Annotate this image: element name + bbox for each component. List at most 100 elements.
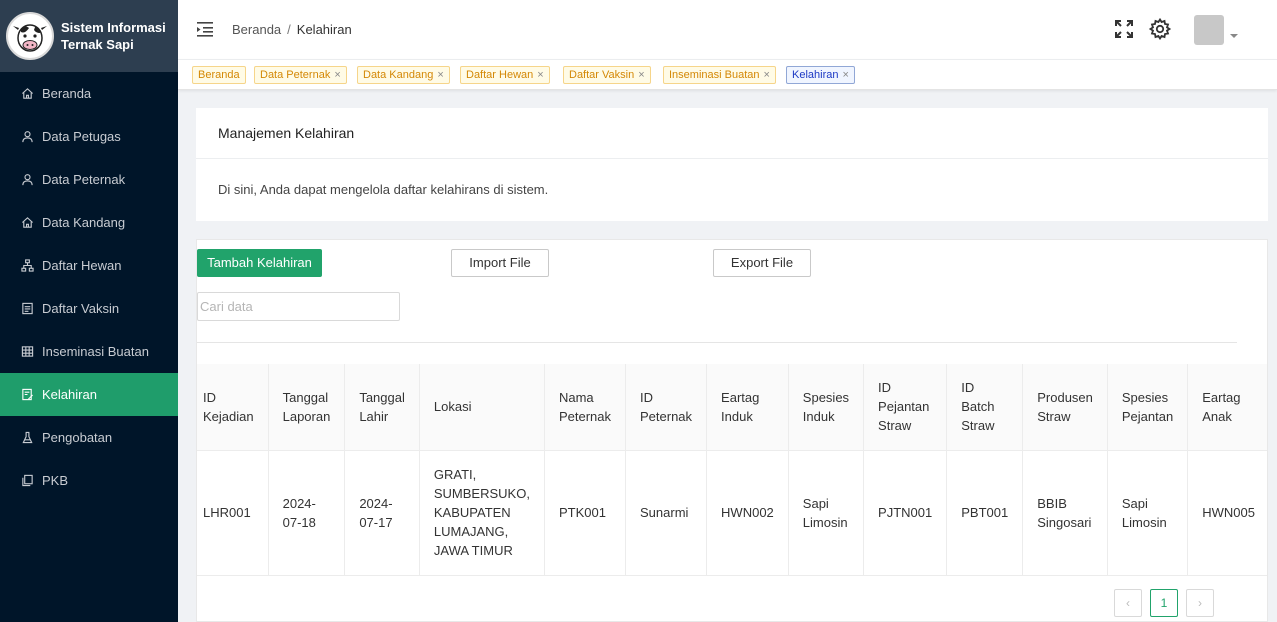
column-header: Lokasi (419, 364, 545, 451)
table-row[interactable]: LHR001 2024- 07-18 2024- 07-17 GRATI, SUMBERSU… (197, 450, 1267, 576)
user-icon (20, 173, 34, 187)
sidebar-item-beranda[interactable]: Beranda (0, 72, 178, 115)
home-icon (20, 216, 34, 230)
avatar[interactable] (1194, 15, 1224, 45)
copy-icon (20, 474, 34, 488)
sidebar-item-label: Data Peternak (42, 172, 126, 187)
table-card: Tambah Kelahiran Import File Export File… (196, 239, 1268, 622)
tag-inseminasi-buatan[interactable]: Inseminasi Buatan × (663, 66, 776, 84)
search-input[interactable] (197, 292, 400, 321)
sidebar-item-label: PKB (42, 473, 69, 488)
tag-daftar-hewan[interactable]: Daftar Hewan × (460, 66, 550, 84)
table-cell-text: SUMBERSUKO, (433, 486, 530, 501)
tag-close-icon[interactable]: × (764, 69, 770, 81)
pagination-prev-button[interactable]: ‹ (1114, 589, 1142, 617)
table-cell: HWN005 (1187, 450, 1267, 576)
table-cell: PTK001 (544, 450, 627, 576)
column-header-text: Eartag (1202, 389, 1241, 405)
column-header: ID Peternak (625, 364, 708, 451)
column-header-text: Peternak (640, 408, 693, 424)
tag-daftar-vaksin[interactable]: Daftar Vaksin × (563, 66, 651, 84)
table-cell: BBIB Singosari (1022, 450, 1108, 576)
column-header: Spesies Pejantan (1107, 364, 1189, 451)
column-header: ID Pejantan Straw (863, 364, 948, 451)
menu-fold-icon[interactable] (196, 19, 216, 39)
table-header-row: ID Kejadian Tanggal Laporan Tanggal Lahir Loka… (197, 364, 1267, 451)
column-header-text: Spesies (1121, 389, 1169, 405)
column-header-text: ID (203, 389, 216, 405)
table-cell: Sapi Limosin (788, 450, 865, 576)
experiment-icon (20, 431, 34, 445)
tag-beranda[interactable]: Beranda (192, 66, 246, 84)
column-header-text: Straw (878, 418, 912, 434)
import-file-button[interactable]: Import File (451, 249, 549, 277)
column-header: Eartag Anak (1187, 364, 1267, 451)
sidebar-item-pengobatan[interactable]: Pengobatan (0, 416, 178, 459)
table-cell-text: LUMAJANG, (433, 524, 509, 539)
column-header-text: Tanggal (282, 389, 329, 405)
settings-gear-icon[interactable] (1148, 17, 1172, 41)
sidebar-item-label: Inseminasi Buatan (42, 344, 149, 359)
caret-down-icon[interactable] (1230, 34, 1238, 38)
sidebar-item-pkb[interactable]: PKB (0, 459, 178, 502)
page-description: Di sini, Anda dapat mengelola daftar kel… (218, 182, 549, 197)
sidebar-item-daftar-hewan[interactable]: Daftar Hewan (0, 244, 178, 287)
column-header-text: Kejadian (203, 408, 254, 424)
divider (196, 158, 1268, 159)
export-file-button[interactable]: Export File (713, 249, 811, 277)
file-icon (20, 302, 34, 316)
table-cell-text: HWN002 (721, 505, 774, 520)
column-header-text: Induk (721, 408, 753, 424)
tag-close-icon[interactable]: × (842, 69, 848, 81)
sidebar-item-data-peternak[interactable]: Data Peternak (0, 158, 178, 201)
table-cell-text: LHR001 (203, 505, 251, 520)
app-title-line1: Sistem Informasi (61, 20, 166, 35)
pagination-page-1[interactable]: 1 (1150, 589, 1178, 617)
table-icon (20, 345, 34, 359)
sidebar-item-data-kandang[interactable]: Data Kandang (0, 201, 178, 244)
column-header-text: Laporan (282, 408, 331, 424)
fullscreen-icon[interactable] (1112, 17, 1136, 41)
sidebar-menu: Beranda Data Petugas Data Peternak Data Kan… (0, 72, 178, 502)
add-kelahiran-button[interactable]: Tambah Kelahiran (197, 249, 322, 277)
breadcrumb-separator: / (287, 22, 291, 37)
sidebar-item-label: Pengobatan (42, 430, 113, 445)
tag-label: Daftar Vaksin (569, 69, 635, 81)
tag-close-icon[interactable]: × (638, 69, 644, 81)
pagination-next-button[interactable]: › (1186, 589, 1214, 617)
tag-label: Beranda (198, 69, 240, 81)
tag-label: Data Kandang (363, 69, 434, 81)
table-cell-text: PTK001 (558, 505, 606, 520)
column-header-text: Nama (558, 389, 594, 405)
tag-data-peternak[interactable]: Data Peternak × (254, 66, 347, 84)
tag-label: Daftar Hewan (466, 69, 534, 81)
sidebar-item-label: Daftar Hewan (42, 258, 122, 273)
sidebar-item-label: Daftar Vaksin (42, 301, 120, 316)
column-header: Tanggal Lahir (344, 364, 420, 451)
sidebar-item-daftar-vaksin[interactable]: Daftar Vaksin (0, 287, 178, 330)
sidebar-item-kelahiran[interactable]: Kelahiran (0, 373, 178, 416)
sidebar-item-inseminasi-buatan[interactable]: Inseminasi Buatan (0, 330, 178, 373)
tag-close-icon[interactable]: × (437, 69, 443, 81)
table-cell-text: 2024- (282, 495, 316, 511)
sidebar-item-label: Kelahiran (42, 387, 97, 402)
table-cell: PBT001 (946, 450, 1024, 576)
sidebar-item-data-petugas[interactable]: Data Petugas (0, 115, 178, 158)
table-cell-text: PBT001 (961, 505, 1009, 520)
column-header: Eartag Induk (706, 364, 789, 451)
tag-label: Inseminasi Buatan (669, 69, 760, 81)
table-cell: Sapi Limosin (1107, 450, 1189, 576)
column-header-text: ID (878, 380, 892, 396)
table-cell: Sunarmi (625, 450, 708, 576)
breadcrumb-home[interactable]: Beranda (232, 22, 281, 37)
tag-kelahiran[interactable]: Kelahiran × (786, 66, 855, 84)
top-header: Beranda / Kelahiran (178, 0, 1277, 60)
kelahiran-table: ID Kejadian Tanggal Laporan Tanggal Lahir Loka… (197, 364, 1267, 576)
table-cell: GRATI, SUMBERSUKO, KABUPATEN LUMAJANG, JAWA … (419, 450, 545, 576)
table-body: LHR001 2024- 07-18 2024- 07-17 GRATI, SUMBERSU… (197, 450, 1267, 576)
tag-data-kandang[interactable]: Data Kandang × (357, 66, 450, 84)
tag-close-icon[interactable]: × (537, 69, 543, 81)
tag-close-icon[interactable]: × (334, 69, 340, 81)
column-header-text: Anak (1202, 408, 1232, 424)
user-icon (20, 130, 34, 144)
